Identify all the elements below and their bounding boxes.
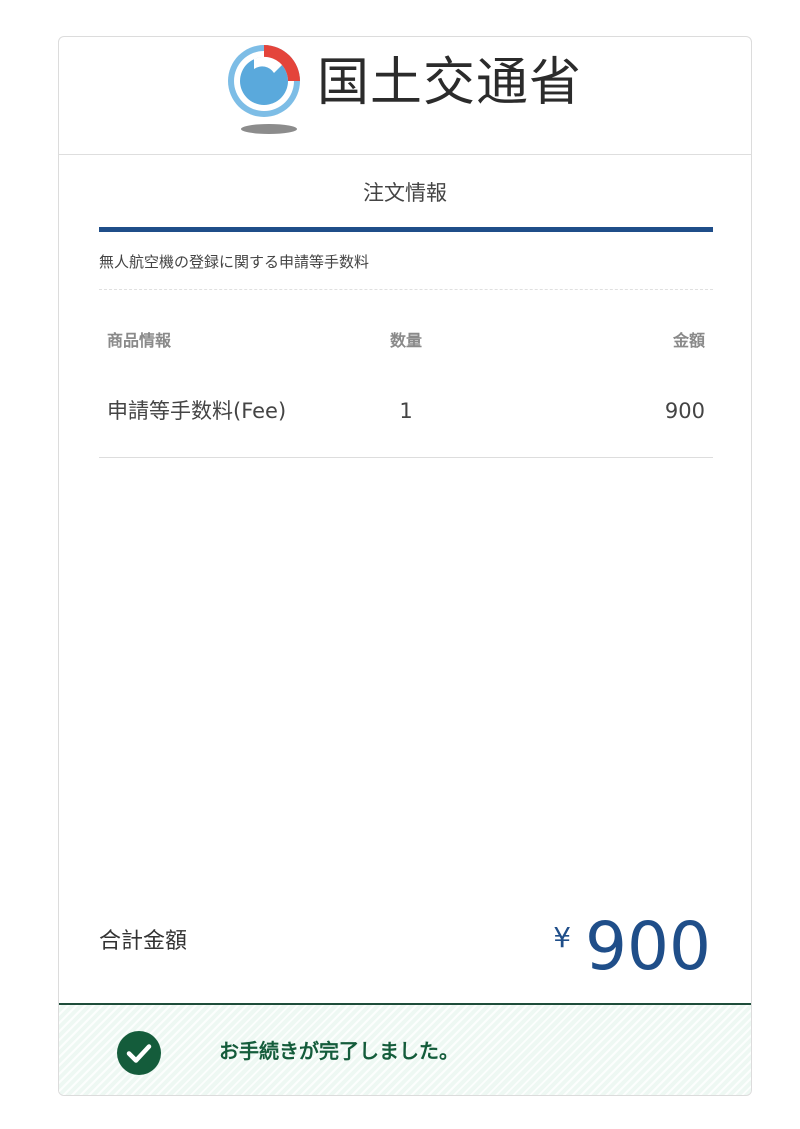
- column-header-price: 金額: [672, 331, 705, 350]
- total-amount: ¥900: [553, 909, 711, 985]
- title-divider: [99, 227, 713, 232]
- order-card: 国土交通省 注文情報 無人航空機の登録に関する申請等手数料 商品情報 数量 金額…: [58, 36, 752, 1096]
- status-bar: お手続きが完了しました。: [59, 1003, 751, 1095]
- header: 国土交通省: [59, 37, 751, 155]
- table-header: 商品情報 数量 金額: [99, 307, 713, 369]
- order-table: 商品情報 数量 金額 申請等手数料(Fee) 1 900: [99, 307, 713, 458]
- item-price: 900: [664, 399, 705, 423]
- item-quantity: 1: [399, 399, 413, 423]
- table-row: 申請等手数料(Fee) 1 900: [99, 369, 713, 458]
- column-header-quantity: 数量: [389, 331, 422, 350]
- order-description: 無人航空機の登録に関する申請等手数料: [99, 253, 370, 271]
- total-label: 合計金額: [99, 929, 188, 954]
- logo-text: 国土交通省: [317, 53, 583, 113]
- total-value: 900: [585, 908, 711, 985]
- check-circle-icon: [117, 1031, 161, 1075]
- status-message: お手続きが完了しました。: [219, 1039, 459, 1063]
- mlit-logo-icon: [228, 45, 300, 134]
- section-title: 注文情報: [363, 181, 447, 205]
- description-divider: [99, 289, 713, 290]
- total-currency: ¥: [553, 921, 572, 954]
